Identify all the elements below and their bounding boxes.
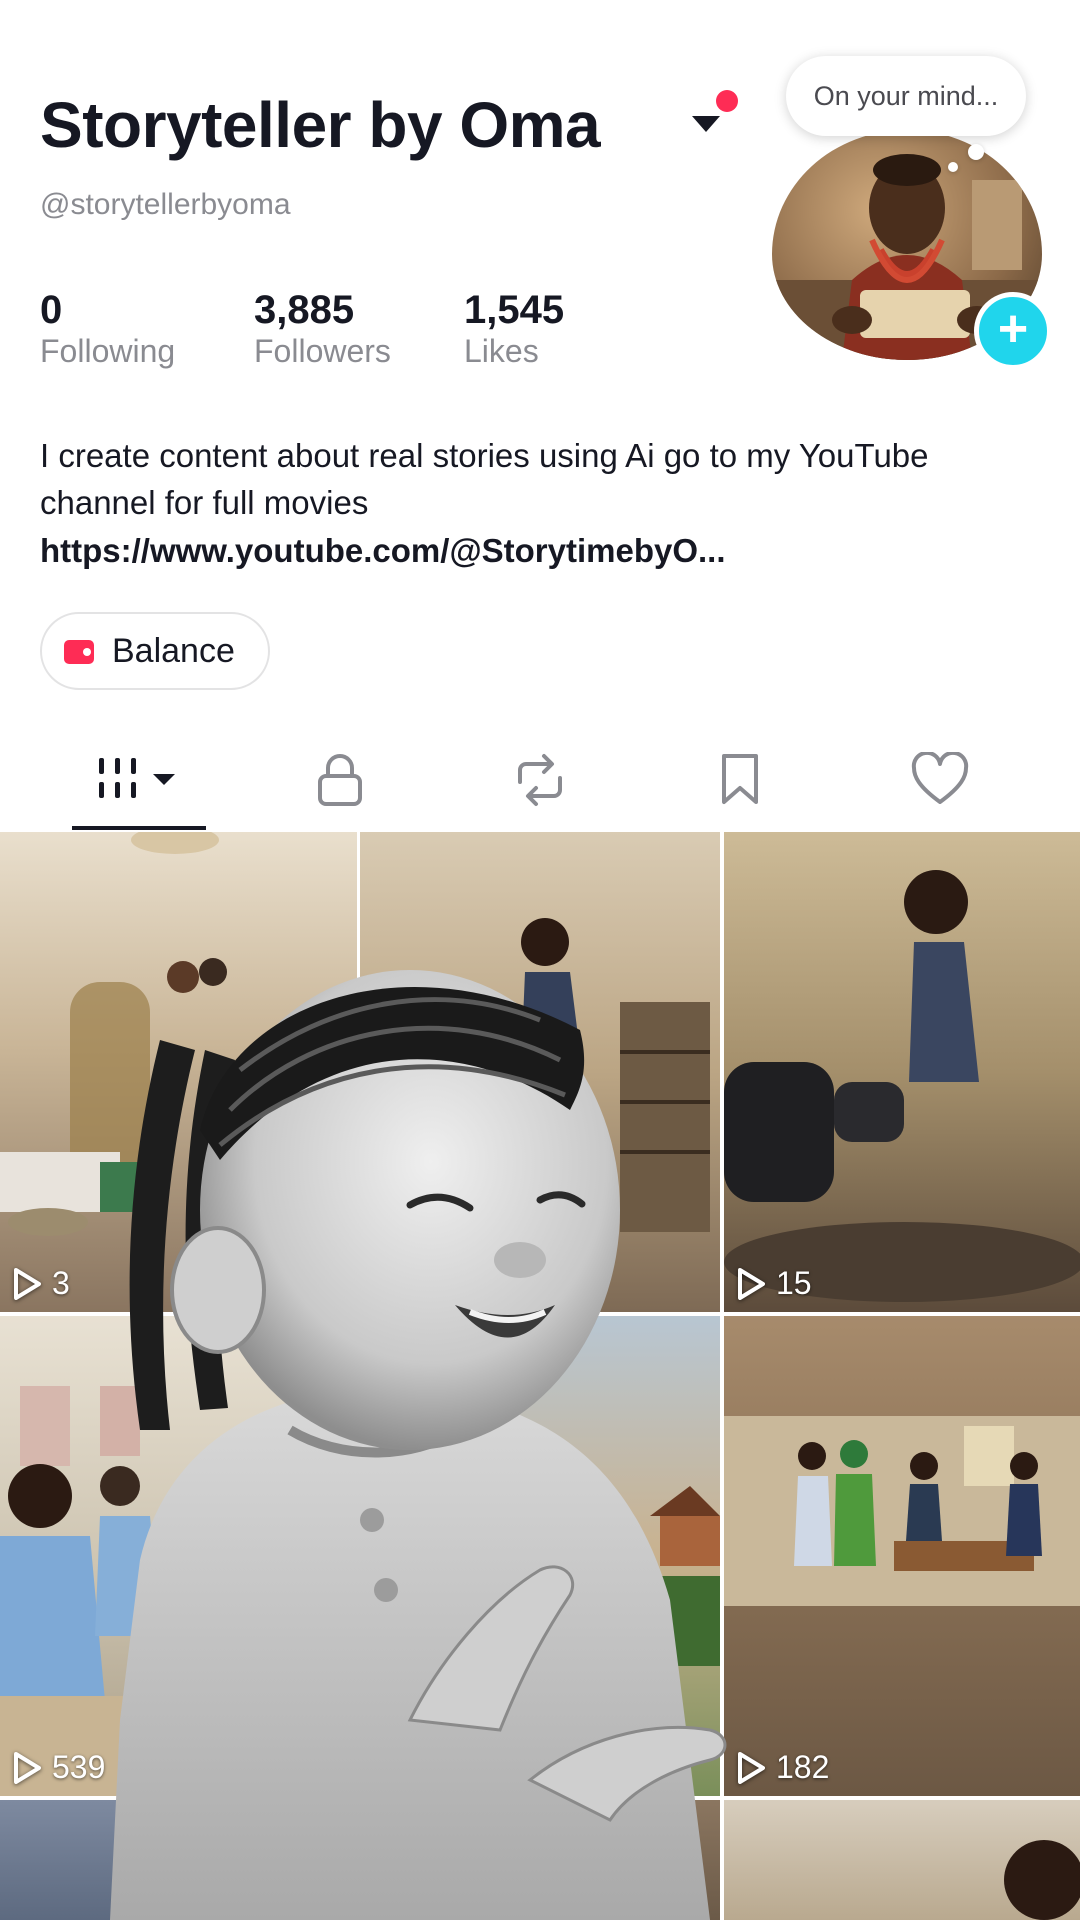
bubble-tail xyxy=(968,144,984,160)
bubble-tail-small xyxy=(948,162,958,172)
profile-link[interactable]: https://www.youtube.com/@StorytimebyO... xyxy=(40,532,726,570)
stat-following[interactable]: 0 Following xyxy=(40,288,175,370)
balance-button[interactable]: Balance xyxy=(40,612,270,690)
play-icon xyxy=(14,1751,41,1784)
tab-private[interactable] xyxy=(280,740,400,820)
stat-likes[interactable]: 1,545 Likes xyxy=(464,288,564,370)
followers-label: Followers xyxy=(254,333,391,369)
active-tab-indicator xyxy=(72,826,206,830)
likes-count: 1,545 xyxy=(464,288,565,332)
tab-favorites[interactable] xyxy=(680,740,800,820)
profile-name: Storyteller by Oma xyxy=(40,89,601,161)
following-label: Following xyxy=(40,333,176,369)
repost-icon xyxy=(518,754,562,806)
view-count: 539 xyxy=(12,1749,105,1786)
profile-bio: I create content about real stories usin… xyxy=(40,437,929,521)
tab-liked[interactable] xyxy=(880,740,1000,820)
followers-count: 3,885 xyxy=(254,288,355,332)
balance-label: Balance xyxy=(112,632,235,670)
note-bubble[interactable]: On your mind... xyxy=(786,56,1026,136)
view-count: 3 xyxy=(12,1265,70,1302)
wallet-icon xyxy=(64,640,94,664)
heart-icon xyxy=(911,752,969,804)
following-count: 0 xyxy=(40,288,63,332)
account-switch-chevron-icon[interactable] xyxy=(692,116,720,132)
grid-icon xyxy=(99,758,175,798)
tab-reposts[interactable] xyxy=(480,740,600,820)
play-icon xyxy=(14,1267,41,1300)
profile-handle: @storytellerbyoma xyxy=(40,188,291,221)
likes-label: Likes xyxy=(464,333,539,369)
baby-overlay-image xyxy=(110,970,727,1920)
notification-dot xyxy=(716,90,738,112)
view-count-text: 539 xyxy=(52,1749,106,1785)
bookmark-icon xyxy=(722,754,758,804)
add-story-button[interactable]: + xyxy=(974,292,1052,370)
lock-icon xyxy=(318,754,362,806)
tab-videos[interactable] xyxy=(80,740,200,820)
stat-followers[interactable]: 3,885 Followers xyxy=(254,288,391,370)
view-count-text: 3 xyxy=(52,1265,70,1301)
